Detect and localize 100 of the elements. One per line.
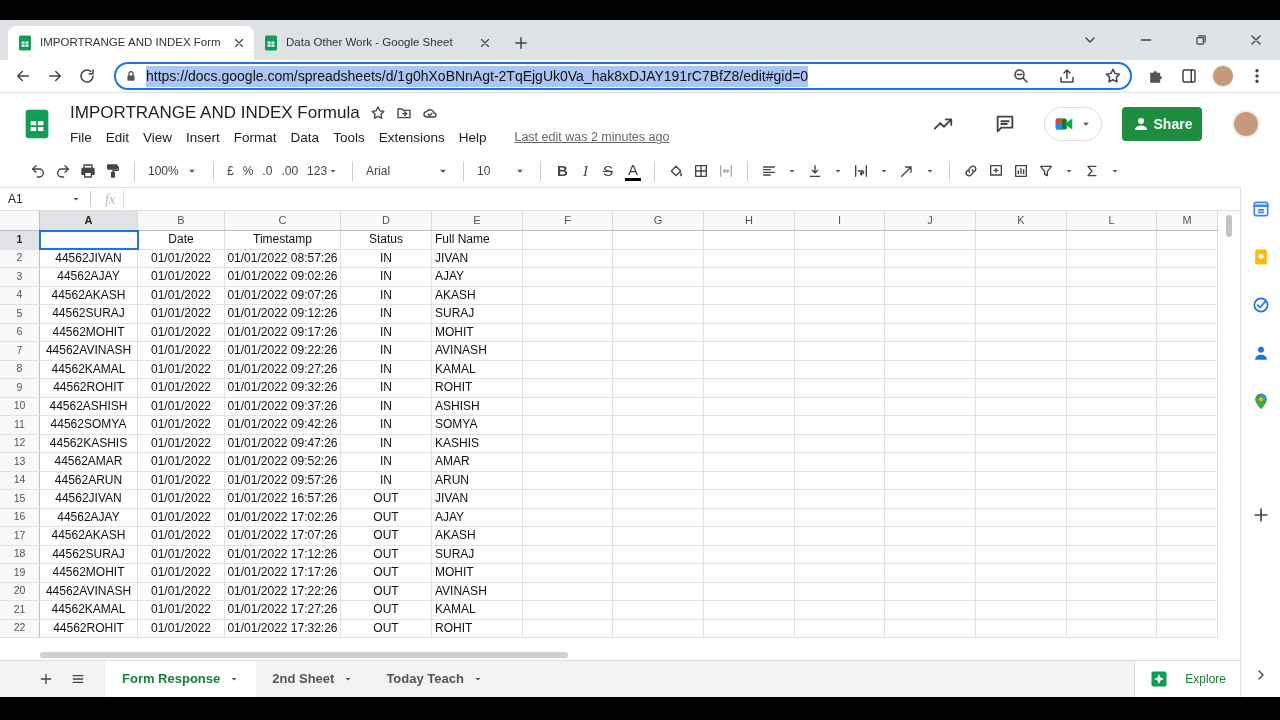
name-box[interactable]: A1 — [0, 190, 90, 208]
paint-format-icon[interactable] — [105, 163, 121, 179]
table-cell: 01/01/2022 — [138, 416, 225, 434]
add-sheet-icon[interactable] — [38, 671, 54, 687]
print-icon[interactable] — [80, 163, 96, 179]
sheet-tab[interactable]: 2nd Sheet — [256, 660, 371, 697]
menu-item[interactable]: Format — [227, 127, 283, 148]
column-header[interactable]: E — [432, 211, 523, 230]
table-cell: OUT — [341, 545, 432, 563]
column-header[interactable]: J — [885, 211, 976, 230]
column-header[interactable]: H — [704, 211, 795, 230]
table-cell: 01/01/2022 08:57:26 — [225, 249, 341, 267]
star-icon[interactable] — [369, 104, 386, 121]
row-header[interactable]: 15 — [0, 490, 40, 508]
row-header[interactable]: 7 — [0, 342, 40, 360]
horizontal-scrollbar[interactable] — [40, 652, 568, 658]
menu-item[interactable]: View — [137, 127, 179, 148]
row-header[interactable]: 13 — [0, 453, 40, 471]
row-header[interactable]: 21 — [0, 601, 40, 619]
menu-item[interactable]: Insert — [180, 127, 226, 148]
column-header[interactable]: M — [1157, 211, 1218, 230]
bold-button[interactable]: B — [554, 159, 571, 183]
horizontal-align-icon[interactable] — [760, 163, 777, 179]
table-cell: ARUN — [432, 471, 523, 489]
percent-button[interactable]: % — [242, 162, 254, 180]
document-title[interactable]: IMPORTRANGE AND INDEX Formula — [70, 100, 360, 126]
undo-icon[interactable] — [30, 163, 46, 179]
text-color-button[interactable]: A — [624, 161, 641, 181]
row-header[interactable]: 5 — [0, 305, 40, 323]
row-header[interactable]: 19 — [0, 564, 40, 582]
text-wrap-icon[interactable] — [852, 163, 869, 179]
last-edit-link[interactable]: Last edit was 2 minutes ago — [514, 128, 670, 148]
add-comment-icon[interactable] — [987, 163, 1004, 179]
decrease-decimal-button[interactable]: .0 — [262, 162, 273, 180]
browser-tab[interactable]: Data Other Work - Google Sheet — [254, 26, 500, 60]
column-header[interactable]: D — [341, 211, 432, 230]
table-cell: 44562KAMAL — [40, 601, 138, 619]
table-cell: 44562KAMAL — [40, 360, 138, 378]
currency-button[interactable]: £ — [227, 162, 234, 180]
browser-tab[interactable]: IMPORTRANGE AND INDEX Form — [8, 26, 254, 60]
font-size-dropdown[interactable]: 10 — [477, 162, 528, 180]
share-button[interactable]: Share — [1122, 107, 1202, 141]
share-icon[interactable] — [1058, 67, 1076, 85]
column-header[interactable]: G — [613, 211, 704, 230]
side-panel-icon[interactable] — [1180, 67, 1198, 85]
table-cell: 01/01/2022 09:42:26 — [225, 416, 341, 434]
bookmark-star-icon[interactable] — [1104, 67, 1122, 85]
menu-item[interactable]: Edit — [99, 127, 136, 148]
sheet-tab[interactable]: Today Teach — [370, 660, 500, 697]
column-header[interactable]: B — [138, 211, 225, 230]
vertical-scrollbar[interactable] — [1226, 215, 1232, 237]
filter-icon[interactable] — [1037, 163, 1054, 179]
menu-item[interactable]: Extensions — [372, 127, 451, 148]
restore-icon[interactable] — [1194, 33, 1208, 47]
row-header[interactable]: 1 — [0, 231, 40, 249]
sheet-tab[interactable]: Form Response — [106, 660, 257, 697]
column-header[interactable]: L — [1067, 211, 1157, 230]
column-header[interactable]: C — [225, 211, 341, 230]
spreadsheet-icon[interactable] — [262, 34, 280, 52]
font-dropdown[interactable]: Arial — [366, 162, 451, 180]
table-cell: 01/01/2022 — [138, 508, 225, 526]
address-bar[interactable]: https://docs.google.com/spreadsheets/d/1g0hXoBNnAgt-2TqEjgUk0Va_hak8xDJAY191rC7BfZ8/edit#gid=0 — [114, 62, 1132, 90]
reload-icon[interactable] — [78, 67, 96, 85]
row-header[interactable]: 17 — [0, 527, 40, 545]
chart-icon[interactable] — [1012, 163, 1029, 179]
menu-item[interactable]: Data — [284, 127, 326, 148]
explore-button[interactable]: Explore — [1134, 660, 1240, 697]
zoom-dropdown[interactable]: 100% — [148, 162, 200, 180]
column-header[interactable]: F — [523, 211, 613, 230]
menu-item[interactable]: Tools — [327, 127, 371, 148]
italic-button[interactable]: I — [579, 159, 591, 183]
zoom-out-icon[interactable] — [1012, 67, 1030, 85]
row-header[interactable]: 9 — [0, 379, 40, 397]
text-rotation-icon[interactable] — [898, 163, 915, 179]
explore-icon[interactable] — [1149, 669, 1170, 689]
close-icon[interactable] — [232, 36, 246, 50]
calendar-icon[interactable] — [1250, 199, 1271, 219]
comment-icon[interactable] — [994, 113, 1016, 135]
column-header[interactable]: K — [976, 211, 1067, 230]
menu-item[interactable]: File — [64, 127, 98, 148]
strikethrough-button[interactable]: S — [599, 159, 616, 183]
table-cell: 01/01/2022 17:07:26 — [225, 527, 341, 545]
row-header[interactable]: 11 — [0, 416, 40, 434]
table-cell: IN — [341, 360, 432, 378]
more-formats-dropdown[interactable]: 123 — [307, 162, 340, 180]
redo-icon[interactable] — [55, 163, 71, 179]
column-header[interactable]: I — [795, 211, 885, 230]
column-header[interactable]: A — [40, 211, 138, 230]
borders-icon[interactable] — [692, 163, 709, 179]
menu-item[interactable]: Help — [452, 127, 493, 148]
row-header[interactable]: 3 — [0, 268, 40, 286]
merge-cells-icon[interactable] — [717, 163, 734, 179]
close-icon[interactable] — [478, 36, 492, 50]
increase-decimal-button[interactable]: .00 — [281, 162, 299, 180]
table-cell: MOHIT — [432, 564, 523, 582]
table-cell: 01/01/2022 17:22:26 — [225, 582, 341, 600]
spreadsheet-icon[interactable] — [16, 34, 34, 52]
link-icon[interactable] — [962, 163, 979, 179]
selected-cell[interactable] — [40, 231, 138, 249]
new-tab-icon[interactable] — [512, 34, 530, 52]
